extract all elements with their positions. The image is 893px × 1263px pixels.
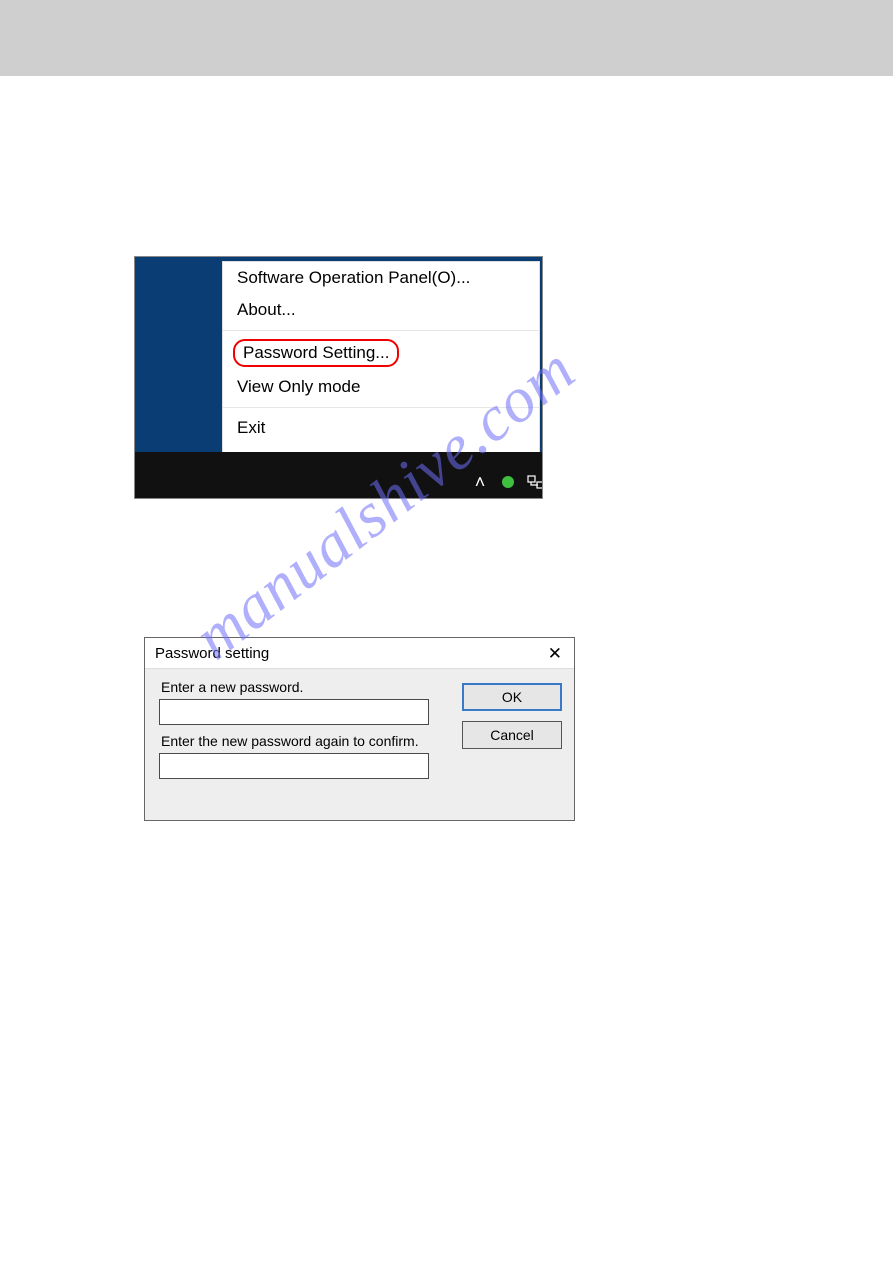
tray-app-icon[interactable] <box>498 468 518 496</box>
close-icon[interactable]: ✕ <box>542 643 568 664</box>
cancel-button[interactable]: Cancel <box>462 721 562 749</box>
menu-separator <box>223 407 539 408</box>
menu-separator <box>223 330 539 331</box>
chevron-up-icon[interactable]: ˄ <box>470 468 490 496</box>
menu-item-sop[interactable]: Software Operation Panel(O)... <box>223 262 539 294</box>
menu-item-password-setting[interactable]: Password Setting... <box>233 339 399 367</box>
new-password-input[interactable] <box>159 699 429 725</box>
tray-icons: ˄ <box>470 468 543 496</box>
dialog-title: Password setting <box>155 645 269 662</box>
context-menu: Software Operation Panel(O)... About... … <box>222 261 540 456</box>
dialog-titlebar: Password setting ✕ <box>145 638 574 669</box>
tray-screenshot: Software Operation Panel(O)... About... … <box>134 256 543 499</box>
menu-item-exit[interactable]: Exit <box>223 412 539 444</box>
page-top-band <box>0 0 893 76</box>
network-icon[interactable] <box>526 468 543 496</box>
confirm-password-input[interactable] <box>159 753 429 779</box>
menu-item-about[interactable]: About... <box>223 294 539 326</box>
ok-button[interactable]: OK <box>462 683 562 711</box>
password-setting-dialog: Password setting ✕ Enter a new password.… <box>144 637 575 821</box>
menu-item-view-only[interactable]: View Only mode <box>223 371 539 403</box>
